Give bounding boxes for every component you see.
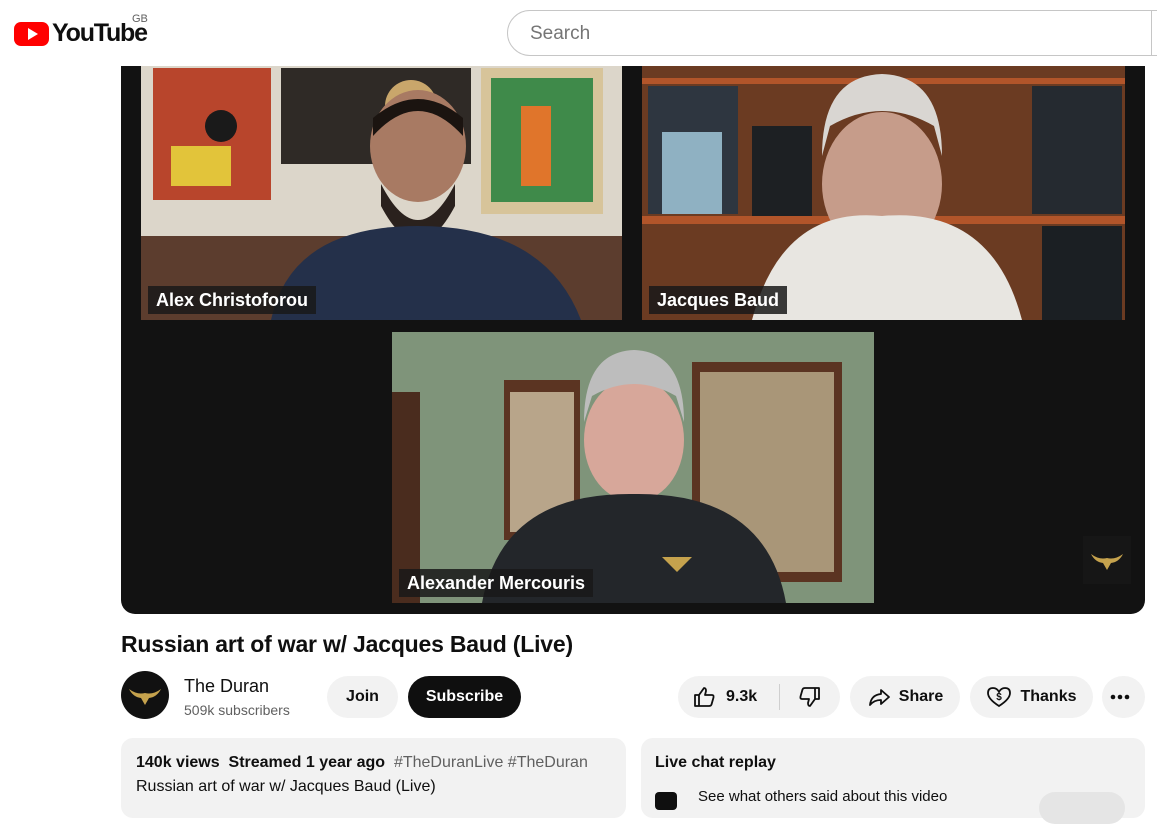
subscriber-count: 509k subscribers (184, 702, 290, 718)
like-count: 9.3k (726, 688, 758, 705)
participant-tile: Alexander Mercouris (392, 332, 874, 603)
hashtag-link[interactable]: #TheDuran (508, 754, 588, 771)
share-button[interactable]: Share (850, 676, 960, 718)
participant-name: Jacques Baud (649, 286, 788, 314)
participant-video (392, 332, 874, 603)
dislike-button[interactable] (780, 676, 840, 718)
more-actions-button[interactable] (1102, 676, 1145, 718)
hashtag-link[interactable]: #TheDuranLive (394, 754, 503, 771)
chat-title: Live chat replay (655, 754, 776, 771)
stream-date: Streamed 1 year ago (228, 754, 386, 771)
channel-avatar[interactable] (121, 671, 169, 719)
dislike-icon (799, 687, 820, 707)
thanks-label: Thanks (1020, 688, 1077, 705)
live-chat-replay-panel: Live chat replay See what others said ab… (641, 738, 1145, 824)
view-count: 140k views (136, 754, 220, 771)
country-code: GB (132, 13, 148, 25)
participant-name: Alexander Mercouris (399, 569, 594, 597)
subscribe-button[interactable]: Subscribe (408, 676, 521, 718)
youtube-logo-icon (14, 21, 49, 46)
svg-text:$: $ (997, 692, 1003, 703)
video-player[interactable]: Alex Christoforou Jacques Baud Alexander… (121, 66, 1145, 614)
description-box[interactable]: 140k views Streamed 1 year ago #TheDuran… (121, 738, 626, 818)
thanks-button[interactable]: $ Thanks (970, 676, 1093, 718)
participant-name: Alex Christoforou (148, 286, 317, 314)
participant-tile: Jacques Baud (642, 66, 1125, 320)
youtube-logo[interactable]: YouTube (14, 19, 148, 48)
video-title: Russian art of war w/ Jacques Baud (Live… (121, 631, 573, 657)
participant-video (141, 66, 622, 320)
participant-tile: Alex Christoforou (141, 66, 622, 320)
search-input[interactable] (528, 22, 1132, 46)
chat-subtitle: See what others said about this video (698, 788, 948, 805)
eagle-logo-icon (1091, 554, 1123, 570)
channel-watermark[interactable] (1083, 536, 1131, 584)
open-chat-button[interactable] (1039, 792, 1125, 824)
search-box[interactable] (507, 10, 1157, 56)
chat-icon (655, 792, 677, 810)
participant-video (642, 66, 1125, 320)
description-text: Russian art of war w/ Jacques Baud (Live… (136, 778, 436, 795)
like-dislike-group: 9.3k (678, 676, 840, 718)
masthead: YouTube GB (0, 0, 1157, 66)
thanks-icon: $ (987, 687, 1012, 708)
like-button[interactable]: 9.3k (678, 676, 780, 718)
description-meta: 140k views Streamed 1 year ago #TheDuran… (136, 754, 588, 772)
more-icon (1110, 694, 1129, 700)
channel-name[interactable]: The Duran (184, 676, 269, 697)
eagle-logo-icon (129, 689, 161, 705)
join-button[interactable]: Join (327, 676, 398, 718)
share-label: Share (898, 688, 944, 705)
search-button-edge[interactable] (1151, 10, 1157, 56)
like-icon (694, 687, 715, 707)
share-icon (868, 689, 890, 706)
